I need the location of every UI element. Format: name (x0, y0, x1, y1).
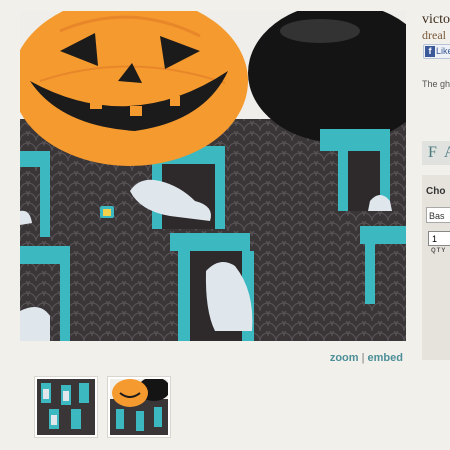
zoom-link[interactable]: zoom (330, 352, 359, 364)
embed-link[interactable]: embed (368, 352, 403, 364)
product-info-column: victo dreal fLike The gh F A Cho Bas 1 Q… (418, 0, 450, 450)
facebook-like-label: Like (436, 46, 450, 56)
store-name[interactable]: dreal (422, 28, 446, 43)
image-links: zoom | embed (330, 352, 403, 364)
quantity-input[interactable]: 1 (428, 231, 450, 246)
product-description: The gh (422, 79, 450, 89)
choose-label: Cho (426, 186, 446, 197)
fabric-select[interactable]: Bas (426, 207, 450, 223)
link-separator: | (361, 352, 365, 364)
product-title[interactable]: victo (422, 12, 450, 28)
main-product-image[interactable] (20, 11, 406, 341)
options-panel (422, 175, 450, 360)
thumbnail-2[interactable] (107, 376, 171, 438)
quantity-label: QTY (431, 248, 447, 254)
facebook-like-button[interactable]: fLike (423, 44, 450, 59)
facebook-icon: f (425, 46, 435, 57)
fabric-tab[interactable]: F A (422, 141, 450, 165)
thumbnail-1[interactable] (34, 376, 98, 438)
